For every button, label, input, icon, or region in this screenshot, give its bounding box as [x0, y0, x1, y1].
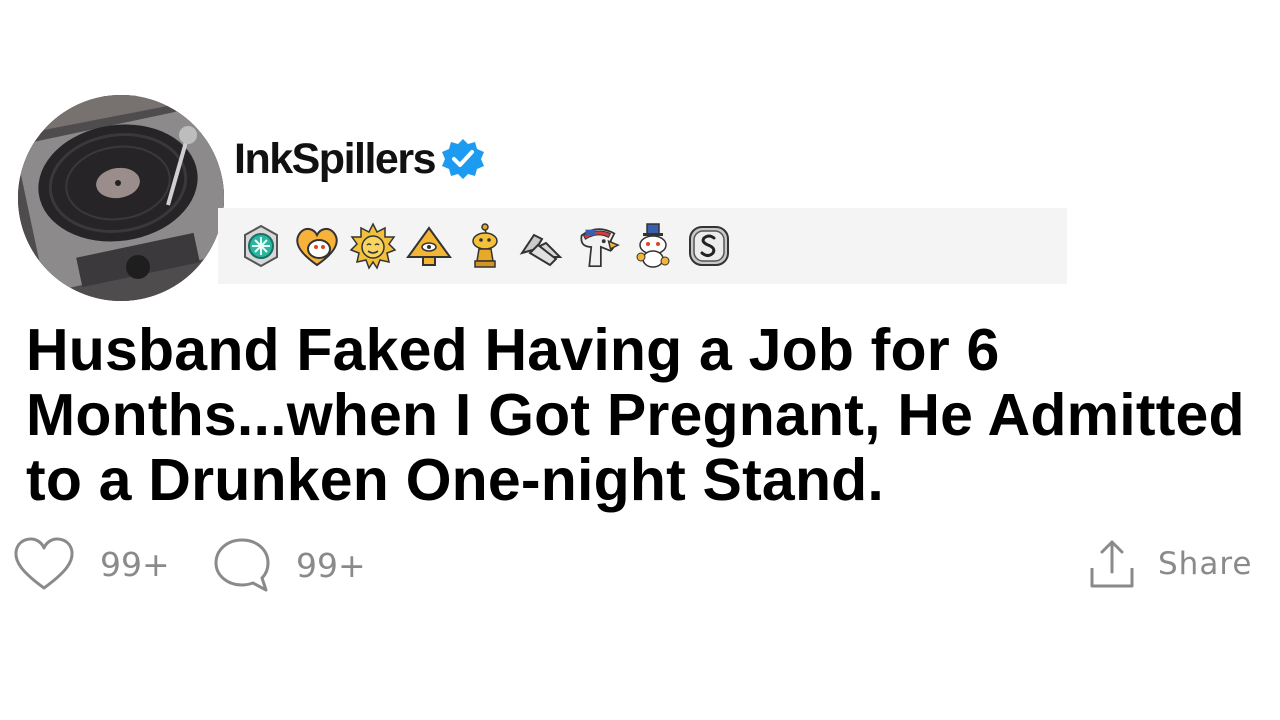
- comment-count: 99+: [296, 545, 366, 585]
- like-button[interactable]: 99+: [12, 536, 170, 592]
- comment-button[interactable]: 99+: [212, 536, 366, 594]
- heart-icon: [14, 537, 74, 590]
- pyramid-eye-icon[interactable]: [404, 221, 454, 271]
- post-actions: 99+ 99+ Share: [0, 532, 1280, 598]
- handshake-icon[interactable]: [516, 221, 566, 271]
- gold-snoo-trophy-icon[interactable]: [460, 221, 510, 271]
- username[interactable]: InkSpillers: [234, 137, 436, 181]
- share-button[interactable]: Share: [1088, 538, 1252, 590]
- silver-s-coin-icon[interactable]: [684, 221, 734, 271]
- awards-strip: [218, 208, 1067, 284]
- snoo-uncle-sam-icon[interactable]: [628, 221, 678, 271]
- username-row: InkSpillers: [234, 132, 487, 186]
- share-label: Share: [1158, 546, 1253, 582]
- verified-badge-icon: [441, 139, 484, 179]
- post-title[interactable]: Husband Faked Having a Job for 6 Months.…: [26, 318, 1276, 513]
- like-count: 99+: [100, 544, 170, 584]
- share-upload-icon: [1090, 540, 1134, 588]
- post-card: InkSpillers Husband Faked Having a Job f…: [0, 0, 1280, 720]
- sun-face-icon[interactable]: [348, 221, 398, 271]
- avatar[interactable]: [18, 95, 224, 301]
- comment-bubble-icon: [214, 538, 270, 592]
- heart-snoo-icon[interactable]: [292, 221, 342, 271]
- turntable-avatar-image: [18, 95, 224, 301]
- helpful-award-icon[interactable]: [236, 221, 286, 271]
- eagle-icon[interactable]: [572, 221, 622, 271]
